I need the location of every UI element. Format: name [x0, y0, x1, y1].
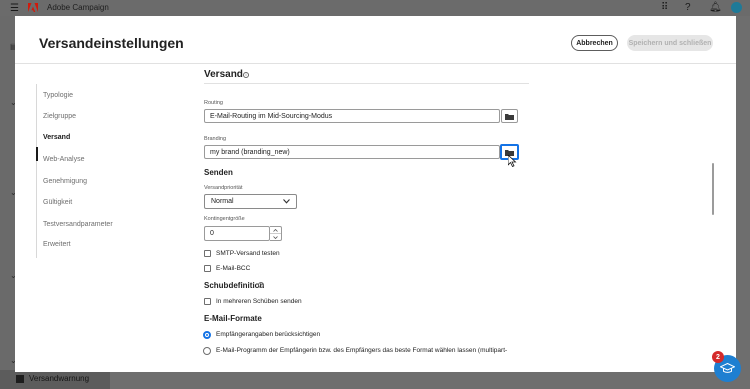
- graduation-cap-icon: [720, 363, 735, 373]
- quota-stepper[interactable]: [270, 226, 282, 241]
- adobe-logo-icon: [28, 3, 38, 12]
- chevron-down-icon[interactable]: [273, 236, 278, 239]
- smtp-test-label: SMTP-Versand testen: [216, 250, 280, 257]
- routing-label: Routing: [204, 100, 223, 106]
- scrollbar[interactable]: [712, 163, 714, 215]
- stepper-divider: [270, 233, 281, 234]
- smtp-test-checkbox[interactable]: [204, 250, 211, 257]
- send-section-title: Senden: [204, 168, 233, 177]
- format-recipient-label: Empfängerangaben berücksichtigen: [216, 331, 321, 338]
- chevron-up-icon[interactable]: [273, 229, 278, 232]
- apps-grid-icon[interactable]: ⠿: [661, 2, 668, 13]
- app-title: Adobe Campaign: [47, 3, 109, 12]
- header-divider: [15, 63, 736, 64]
- nav-item-validity[interactable]: Gültigkeit: [43, 199, 72, 206]
- nav-item-audience[interactable]: Zielgruppe: [43, 113, 76, 120]
- multi-wave-checkbox[interactable]: [204, 298, 211, 305]
- avatar[interactable]: [731, 2, 742, 13]
- format-auto-label: E-Mail-Programm der Empfängerin bzw. des…: [216, 347, 508, 354]
- nav-item-typology[interactable]: Typologie: [43, 92, 73, 99]
- bcc-checkbox[interactable]: [204, 265, 211, 272]
- nav-item-proof-settings[interactable]: Testversandparameter: [43, 221, 113, 228]
- quota-input[interactable]: 0: [204, 226, 270, 241]
- branding-field[interactable]: my brand (branding_new): [204, 145, 500, 159]
- settings-nav: Typologie Zielgruppe Versand Web-Analyse…: [36, 84, 148, 258]
- hamburger-icon[interactable]: ☰: [10, 3, 19, 14]
- help-icon[interactable]: ?: [685, 2, 691, 13]
- notification-badge: 2: [712, 351, 724, 363]
- section-divider: [204, 83, 529, 84]
- nav-item-web-analytics[interactable]: Web-Analyse: [43, 156, 85, 163]
- info-icon[interactable]: i: [243, 72, 249, 78]
- routing-field[interactable]: E-Mail-Routing im Mid-Sourcing-Modus: [204, 109, 500, 123]
- status-bar: Versandwarnung: [0, 370, 110, 389]
- warning-icon: [16, 375, 24, 383]
- email-formats-title: E-Mail-Formate: [204, 314, 262, 323]
- status-bar-label[interactable]: Versandwarnung: [29, 374, 89, 383]
- cancel-button[interactable]: Abbrechen: [571, 35, 618, 51]
- delivery-settings-dialog: Versandeinstellungen Abbrechen Speichern…: [15, 16, 736, 372]
- format-recipient-radio[interactable]: [203, 331, 211, 339]
- quota-label: Kontingentgröße: [204, 216, 245, 222]
- nav-active-indicator: [36, 147, 38, 161]
- bell-icon[interactable]: 🔔︎: [709, 2, 722, 13]
- wave-section-title: Schubdefinition: [204, 281, 265, 290]
- routing-select-button[interactable]: [501, 109, 518, 123]
- bcc-label: E-Mail-BCC: [216, 265, 251, 272]
- multi-wave-label: In mehreren Schüben senden: [216, 298, 302, 305]
- priority-select[interactable]: Normal: [204, 194, 297, 209]
- chevron-down-icon: [283, 199, 290, 204]
- priority-label: Versandpriorität: [204, 185, 243, 191]
- save-and-close-button[interactable]: Speichern und schließen: [627, 35, 713, 51]
- folder-icon: [505, 113, 514, 120]
- mouse-cursor-icon: [508, 155, 517, 167]
- app-header: ☰ Adobe Campaign ⠿ ? 🔔︎: [0, 0, 750, 16]
- nav-item-delivery[interactable]: Versand: [43, 134, 70, 141]
- info-icon[interactable]: i: [258, 282, 264, 288]
- format-auto-radio[interactable]: [203, 347, 211, 355]
- nav-item-advanced[interactable]: Erweitert: [43, 241, 71, 248]
- dialog-title: Versandeinstellungen: [39, 35, 184, 51]
- priority-select-value: Normal: [211, 198, 234, 205]
- nav-item-approval[interactable]: Genehmigung: [43, 178, 87, 185]
- section-title-delivery: Versand: [204, 69, 243, 80]
- branding-label: Branding: [204, 136, 227, 142]
